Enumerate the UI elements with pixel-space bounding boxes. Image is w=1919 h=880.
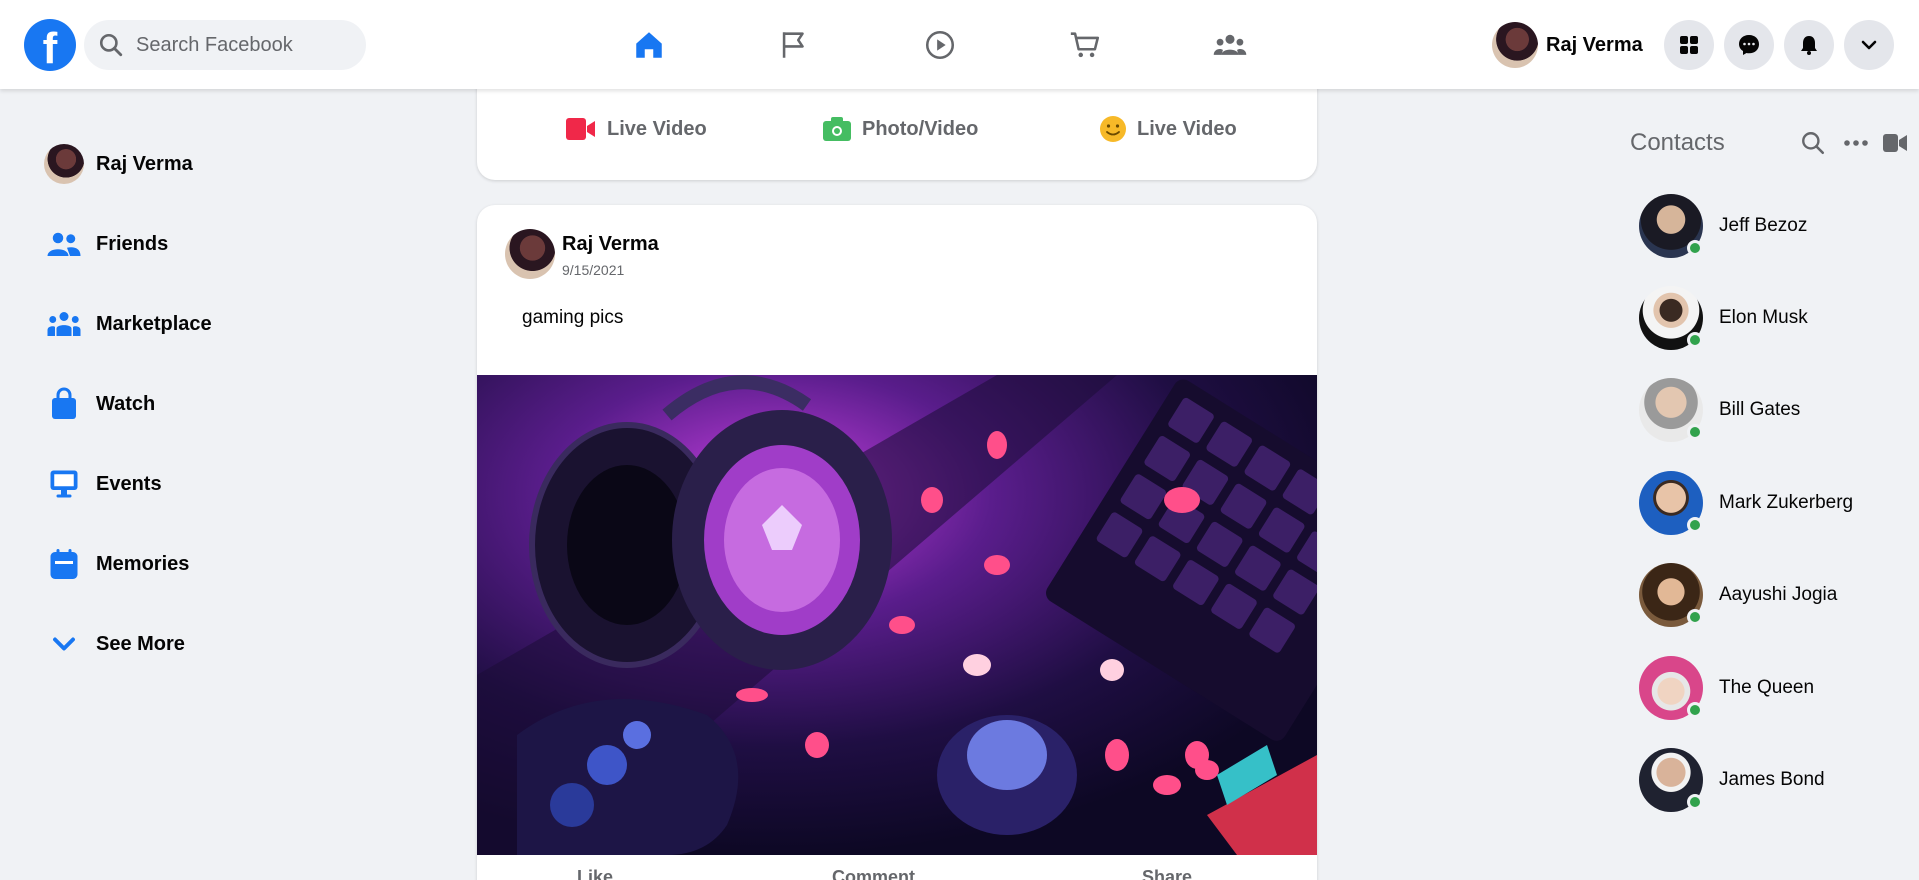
contact-name: Aayushi Jogia	[1719, 584, 1838, 605]
online-indicator	[1687, 517, 1703, 533]
comment-button[interactable]: Comment	[832, 867, 915, 880]
sidebar-item-label: Marketplace	[96, 312, 212, 335]
avatar	[1492, 22, 1538, 68]
sidebar-item-label: Raj Verma	[96, 152, 193, 175]
profile-chip[interactable]: Raj Verma	[1492, 20, 1643, 70]
sidebar-item-label: See More	[96, 632, 185, 655]
contact-item[interactable]: Elon Musk	[1639, 286, 1808, 350]
groups-icon[interactable]	[1207, 22, 1253, 68]
sidebar-item-watch[interactable]: Watch	[44, 380, 155, 428]
calendar-icon	[44, 544, 84, 584]
contact-item[interactable]: Mark Zukerberg	[1639, 471, 1853, 535]
contact-name: Bill Gates	[1719, 399, 1801, 420]
messenger-icon[interactable]	[1724, 20, 1774, 70]
home-icon[interactable]	[626, 22, 672, 68]
flag-icon[interactable]	[771, 22, 817, 68]
contact-name: Mark Zukerberg	[1719, 492, 1854, 513]
video-camera-icon	[566, 118, 595, 140]
contact-item[interactable]: James Bond	[1639, 748, 1825, 812]
facebook-logo[interactable]: f	[24, 19, 76, 71]
contact-name: The Queen	[1719, 677, 1815, 698]
contact-item[interactable]: Aayushi Jogia	[1639, 563, 1837, 627]
avatar	[44, 144, 84, 184]
monitor-icon	[44, 464, 84, 504]
sidebar-item-label: Events	[96, 472, 162, 495]
video-icon[interactable]	[1882, 132, 1908, 154]
sidebar-item-events[interactable]: Events	[44, 460, 162, 508]
post-image[interactable]	[477, 375, 1317, 855]
avatar	[1639, 748, 1703, 812]
search-icon[interactable]	[1800, 130, 1826, 156]
post-text: gaming pics	[522, 307, 624, 328]
post-actions: Like Comment Share	[477, 867, 1317, 880]
sidebar-item-see-more[interactable]: See More	[44, 620, 185, 668]
chevron-down-icon[interactable]	[1844, 20, 1894, 70]
groups-icon	[44, 304, 84, 344]
sidebar-item-label: Friends	[96, 232, 169, 255]
avatar	[1639, 471, 1703, 535]
photo-video-button[interactable]: Photo/Video	[822, 110, 978, 148]
live-video-button[interactable]: Live Video	[565, 110, 707, 148]
sidebar-item-friends[interactable]: Friends	[44, 220, 168, 268]
avatar	[1639, 286, 1703, 350]
sidebar-item-profile[interactable]: Raj Verma	[44, 140, 193, 188]
chevron-down-icon	[44, 624, 84, 664]
online-indicator	[1687, 794, 1703, 810]
sidebar-item-marketplace[interactable]: Marketplace	[44, 300, 212, 348]
online-indicator	[1687, 424, 1703, 440]
top-navigation-bar: f Raj Verma	[0, 0, 1919, 89]
search-icon	[99, 33, 123, 57]
post-card: Raj Verma 9/15/2021 gaming pics Like Com…	[477, 205, 1317, 880]
online-indicator	[1687, 702, 1703, 718]
sidebar-item-label: Memories	[96, 552, 190, 575]
post-author[interactable]: Raj Verma	[562, 233, 659, 256]
button-label: Live Video	[607, 117, 707, 140]
share-button[interactable]: Share	[1142, 867, 1192, 880]
gaming-photo	[477, 375, 1317, 855]
sidebar-item-memories[interactable]: Memories	[44, 540, 189, 588]
post-timestamp[interactable]: 9/15/2021	[562, 262, 624, 278]
watch-icon[interactable]	[917, 22, 963, 68]
feeling-button[interactable]: Live Video	[1099, 110, 1237, 148]
like-button[interactable]: Like	[577, 867, 613, 880]
contact-item[interactable]: Jeff Bezoz	[1639, 194, 1807, 258]
avatar	[1639, 194, 1703, 258]
avatar[interactable]	[505, 229, 555, 279]
online-indicator	[1687, 240, 1703, 256]
search-bar[interactable]	[84, 20, 366, 70]
avatar	[1639, 378, 1703, 442]
smiley-icon	[1100, 116, 1126, 142]
contact-item[interactable]: The Queen	[1639, 656, 1814, 720]
avatar	[1639, 563, 1703, 627]
button-label: Photo/Video	[862, 117, 979, 140]
profile-name: Raj Verma	[1546, 33, 1643, 56]
avatar	[1639, 656, 1703, 720]
more-icon[interactable]	[1842, 130, 1870, 156]
button-label: Live Video	[1137, 117, 1237, 140]
friends-icon	[44, 224, 84, 264]
sidebar-item-label: Watch	[96, 392, 156, 415]
contact-name: James Bond	[1719, 769, 1825, 790]
menu-grid-icon[interactable]	[1664, 20, 1714, 70]
online-indicator	[1687, 332, 1703, 348]
contacts-title: Contacts	[1630, 129, 1725, 156]
contact-item[interactable]: Bill Gates	[1639, 378, 1800, 442]
contact-name: Jeff Bezoz	[1719, 215, 1808, 236]
photo-icon	[823, 117, 851, 141]
marketplace-icon[interactable]	[1062, 22, 1108, 68]
online-indicator	[1687, 609, 1703, 625]
bell-icon[interactable]	[1784, 20, 1834, 70]
search-input[interactable]	[136, 33, 336, 57]
shopping-bag-icon	[44, 384, 84, 424]
contact-name: Elon Musk	[1719, 307, 1808, 328]
